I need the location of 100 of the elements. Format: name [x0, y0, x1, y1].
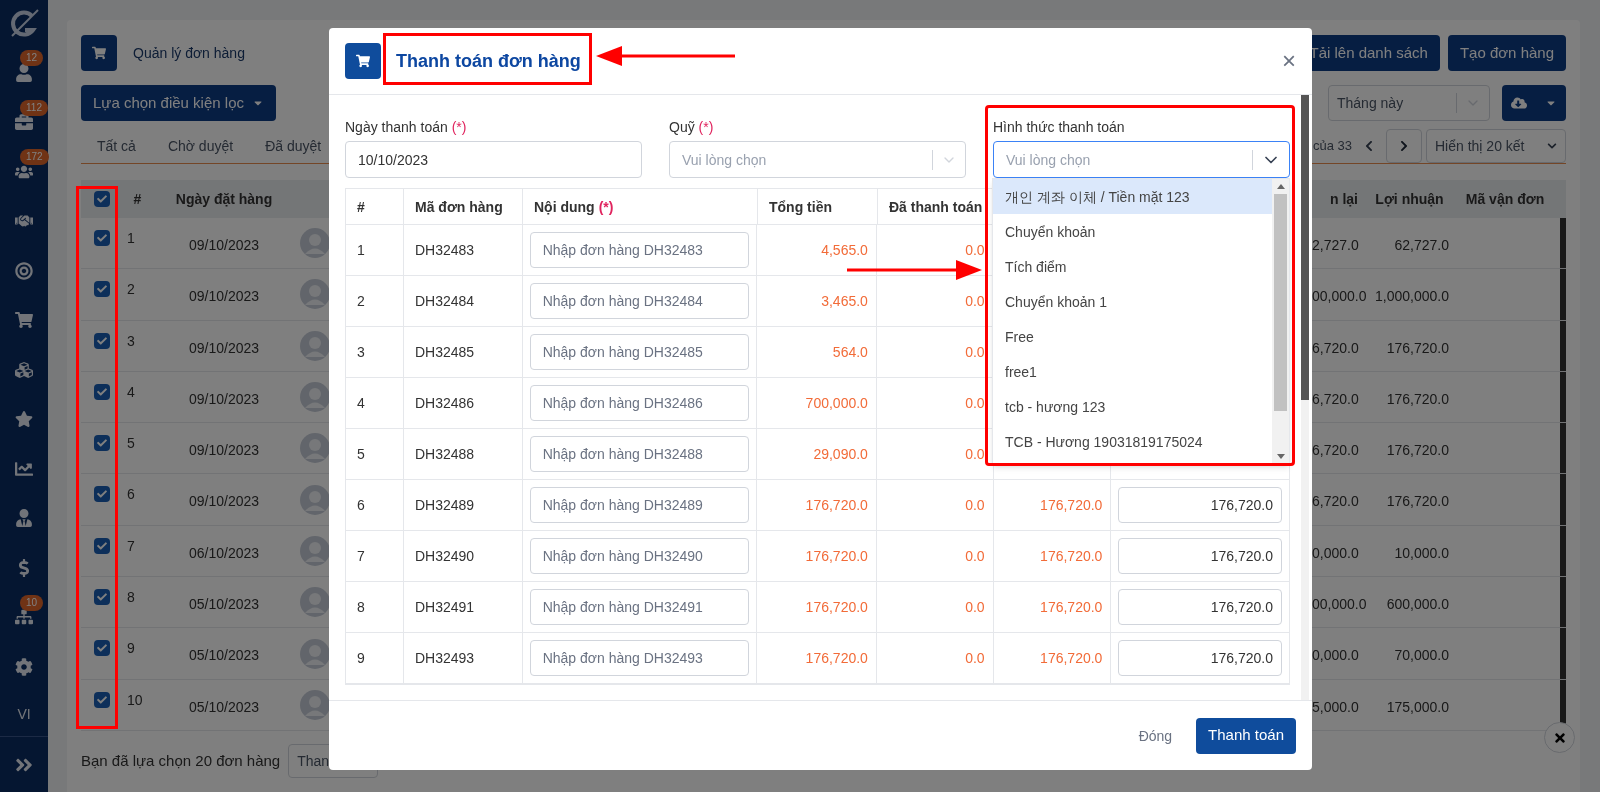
scrollbar[interactable]: [1301, 95, 1309, 700]
avatar-icon: [300, 330, 330, 361]
checkbox[interactable]: [94, 383, 110, 400]
download-icon: [1511, 95, 1527, 111]
table-cell-text: 6,720.0: [1312, 441, 1360, 461]
next-page-button[interactable]: [1386, 128, 1422, 163]
column-header: #: [346, 189, 404, 224]
content-input[interactable]: Nhập đơn hàng DH32483: [529, 232, 750, 268]
content-input[interactable]: Nhập đơn hàng DH32491: [529, 589, 750, 625]
table-cell-text: 05/10/2023: [187, 595, 261, 615]
create-order-button[interactable]: Tạo đơn hàng: [1447, 35, 1566, 71]
settings-icon[interactable]: [15, 657, 33, 676]
dropdown-option[interactable]: Chuyển khoản 1: [993, 284, 1272, 319]
table-cell-text: 176,720.0: [1040, 547, 1103, 566]
table-cell: 0.0: [876, 531, 994, 581]
table-cell: 176,720.0: [757, 582, 877, 632]
briefcase-icon[interactable]: [15, 113, 33, 132]
checkbox[interactable]: [94, 640, 110, 657]
dropdown-option[interactable]: tcb - hương 123: [993, 389, 1272, 424]
cart-button[interactable]: [81, 35, 117, 71]
amount-field[interactable]: 176,720.0: [1118, 538, 1282, 574]
checkbox[interactable]: [94, 435, 110, 452]
column-header: Mã vận đơn: [1464, 190, 1546, 209]
table-cell: DH32485: [403, 327, 523, 377]
selection-summary: Bạn đã lựa chọn 20 đơn hàng: [81, 750, 281, 771]
date-field[interactable]: 10/10/2023: [345, 141, 642, 178]
table-cell-text: 09/10/2023: [187, 287, 261, 307]
cubes-icon[interactable]: [15, 360, 33, 379]
content-input[interactable]: Nhập đơn hàng DH32484: [529, 283, 750, 319]
dropdown-option[interactable]: Free: [993, 319, 1272, 354]
content-input[interactable]: Nhập đơn hàng DH32488: [529, 436, 750, 472]
count-badge: 10: [20, 594, 44, 611]
table-cell-text: 176,720.0: [1040, 496, 1103, 515]
pay-button[interactable]: Thanh toán: [1196, 717, 1296, 754]
table-cell-text: 6,720.0: [1312, 492, 1360, 512]
content-input[interactable]: Nhập đơn hàng DH32493: [529, 640, 750, 676]
checkbox[interactable]: [94, 537, 110, 554]
table-cell: 9: [346, 633, 404, 683]
checkbox[interactable]: [94, 230, 110, 246]
scroll-down-icon[interactable]: [1276, 454, 1285, 459]
cart-icon[interactable]: [15, 311, 33, 330]
download-button[interactable]: [1502, 85, 1566, 121]
avatar-icon: [300, 382, 330, 413]
dropdown-option[interactable]: TCB - Hương 19031819175024: [993, 424, 1272, 459]
checkbox[interactable]: [94, 191, 110, 207]
close-link[interactable]: Đóng: [1138, 725, 1173, 746]
dropdown-option[interactable]: free1: [993, 354, 1272, 389]
column-header: n lại: [1329, 190, 1359, 209]
table-cell-text: 9: [126, 639, 136, 659]
user-icon[interactable]: [15, 63, 33, 82]
table-cell-text: 5: [126, 434, 136, 454]
status-tab[interactable]: Chờ duyệt: [151, 135, 250, 156]
table-cell-text: 2,727.0: [1312, 236, 1360, 255]
page-size-select[interactable]: Hiển thị 20 kết: [1426, 128, 1566, 163]
content-input[interactable]: Nhập đơn hàng DH32489: [529, 487, 750, 523]
amount-field[interactable]: 176,720.0: [1118, 487, 1282, 523]
checkbox[interactable]: [94, 281, 110, 298]
close-button[interactable]: ×: [1282, 49, 1296, 73]
target-icon[interactable]: [15, 261, 33, 280]
table-cell: 564.0: [757, 327, 877, 377]
content-input[interactable]: Nhập đơn hàng DH32486: [529, 385, 750, 421]
table-cell-text: 0,000.0: [1312, 543, 1360, 563]
table-cell-text: 09/10/2023: [187, 441, 261, 461]
content-input[interactable]: Nhập đơn hàng DH32490: [529, 538, 750, 574]
table-cell-text: 2: [126, 280, 136, 300]
table-cell: 0.0: [876, 582, 994, 632]
person-icon[interactable]: [15, 509, 33, 528]
amount-field[interactable]: 176,720.0: [1118, 640, 1282, 676]
table-cell: DH32489: [403, 480, 523, 530]
period-select[interactable]: Tháng này: [1328, 85, 1490, 121]
table-cell-text: 62,727.0: [1393, 236, 1450, 255]
star-icon[interactable]: [15, 410, 33, 429]
table-cell-text: 05/10/2023: [187, 697, 261, 717]
dropdown-option[interactable]: Chuyển khoản: [993, 214, 1272, 249]
amount-field[interactable]: 176,720.0: [1118, 589, 1282, 625]
close-icon: [1552, 730, 1567, 745]
column-header: Tổng tiền: [758, 189, 878, 224]
table-cell-text: 09/10/2023: [187, 389, 261, 409]
avatar-icon: [300, 638, 330, 669]
dropdown-option[interactable]: 개인 계좌 이체 / Tiền mặt 123: [993, 179, 1272, 214]
status-tab[interactable]: Tất cả: [81, 135, 152, 156]
checkbox[interactable]: [94, 486, 110, 503]
checkbox[interactable]: [94, 691, 110, 708]
content-input[interactable]: Nhập đơn hàng DH32485: [529, 334, 750, 370]
scrollbar[interactable]: [1272, 179, 1289, 464]
table-cell: 1: [346, 225, 404, 275]
filter-button[interactable]: Lựa chọn điều kiện lọc: [81, 85, 276, 121]
table-cell-text: 7: [126, 536, 136, 556]
sitemap-icon[interactable]: [15, 608, 33, 627]
checkbox[interactable]: [94, 589, 110, 606]
check-icon: [97, 438, 107, 449]
scroll-up-icon[interactable]: [1276, 184, 1285, 189]
checkbox[interactable]: [94, 332, 110, 349]
cart-button[interactable]: [345, 43, 381, 79]
chart-icon[interactable]: [15, 459, 33, 478]
table-cell: 3: [346, 327, 404, 377]
dropdown-option[interactable]: Tích điểm: [993, 249, 1272, 284]
table-cell-text: 176,720.0: [1040, 598, 1103, 617]
table-cell: 2: [346, 276, 404, 326]
table-cell-text: 8: [126, 588, 136, 608]
